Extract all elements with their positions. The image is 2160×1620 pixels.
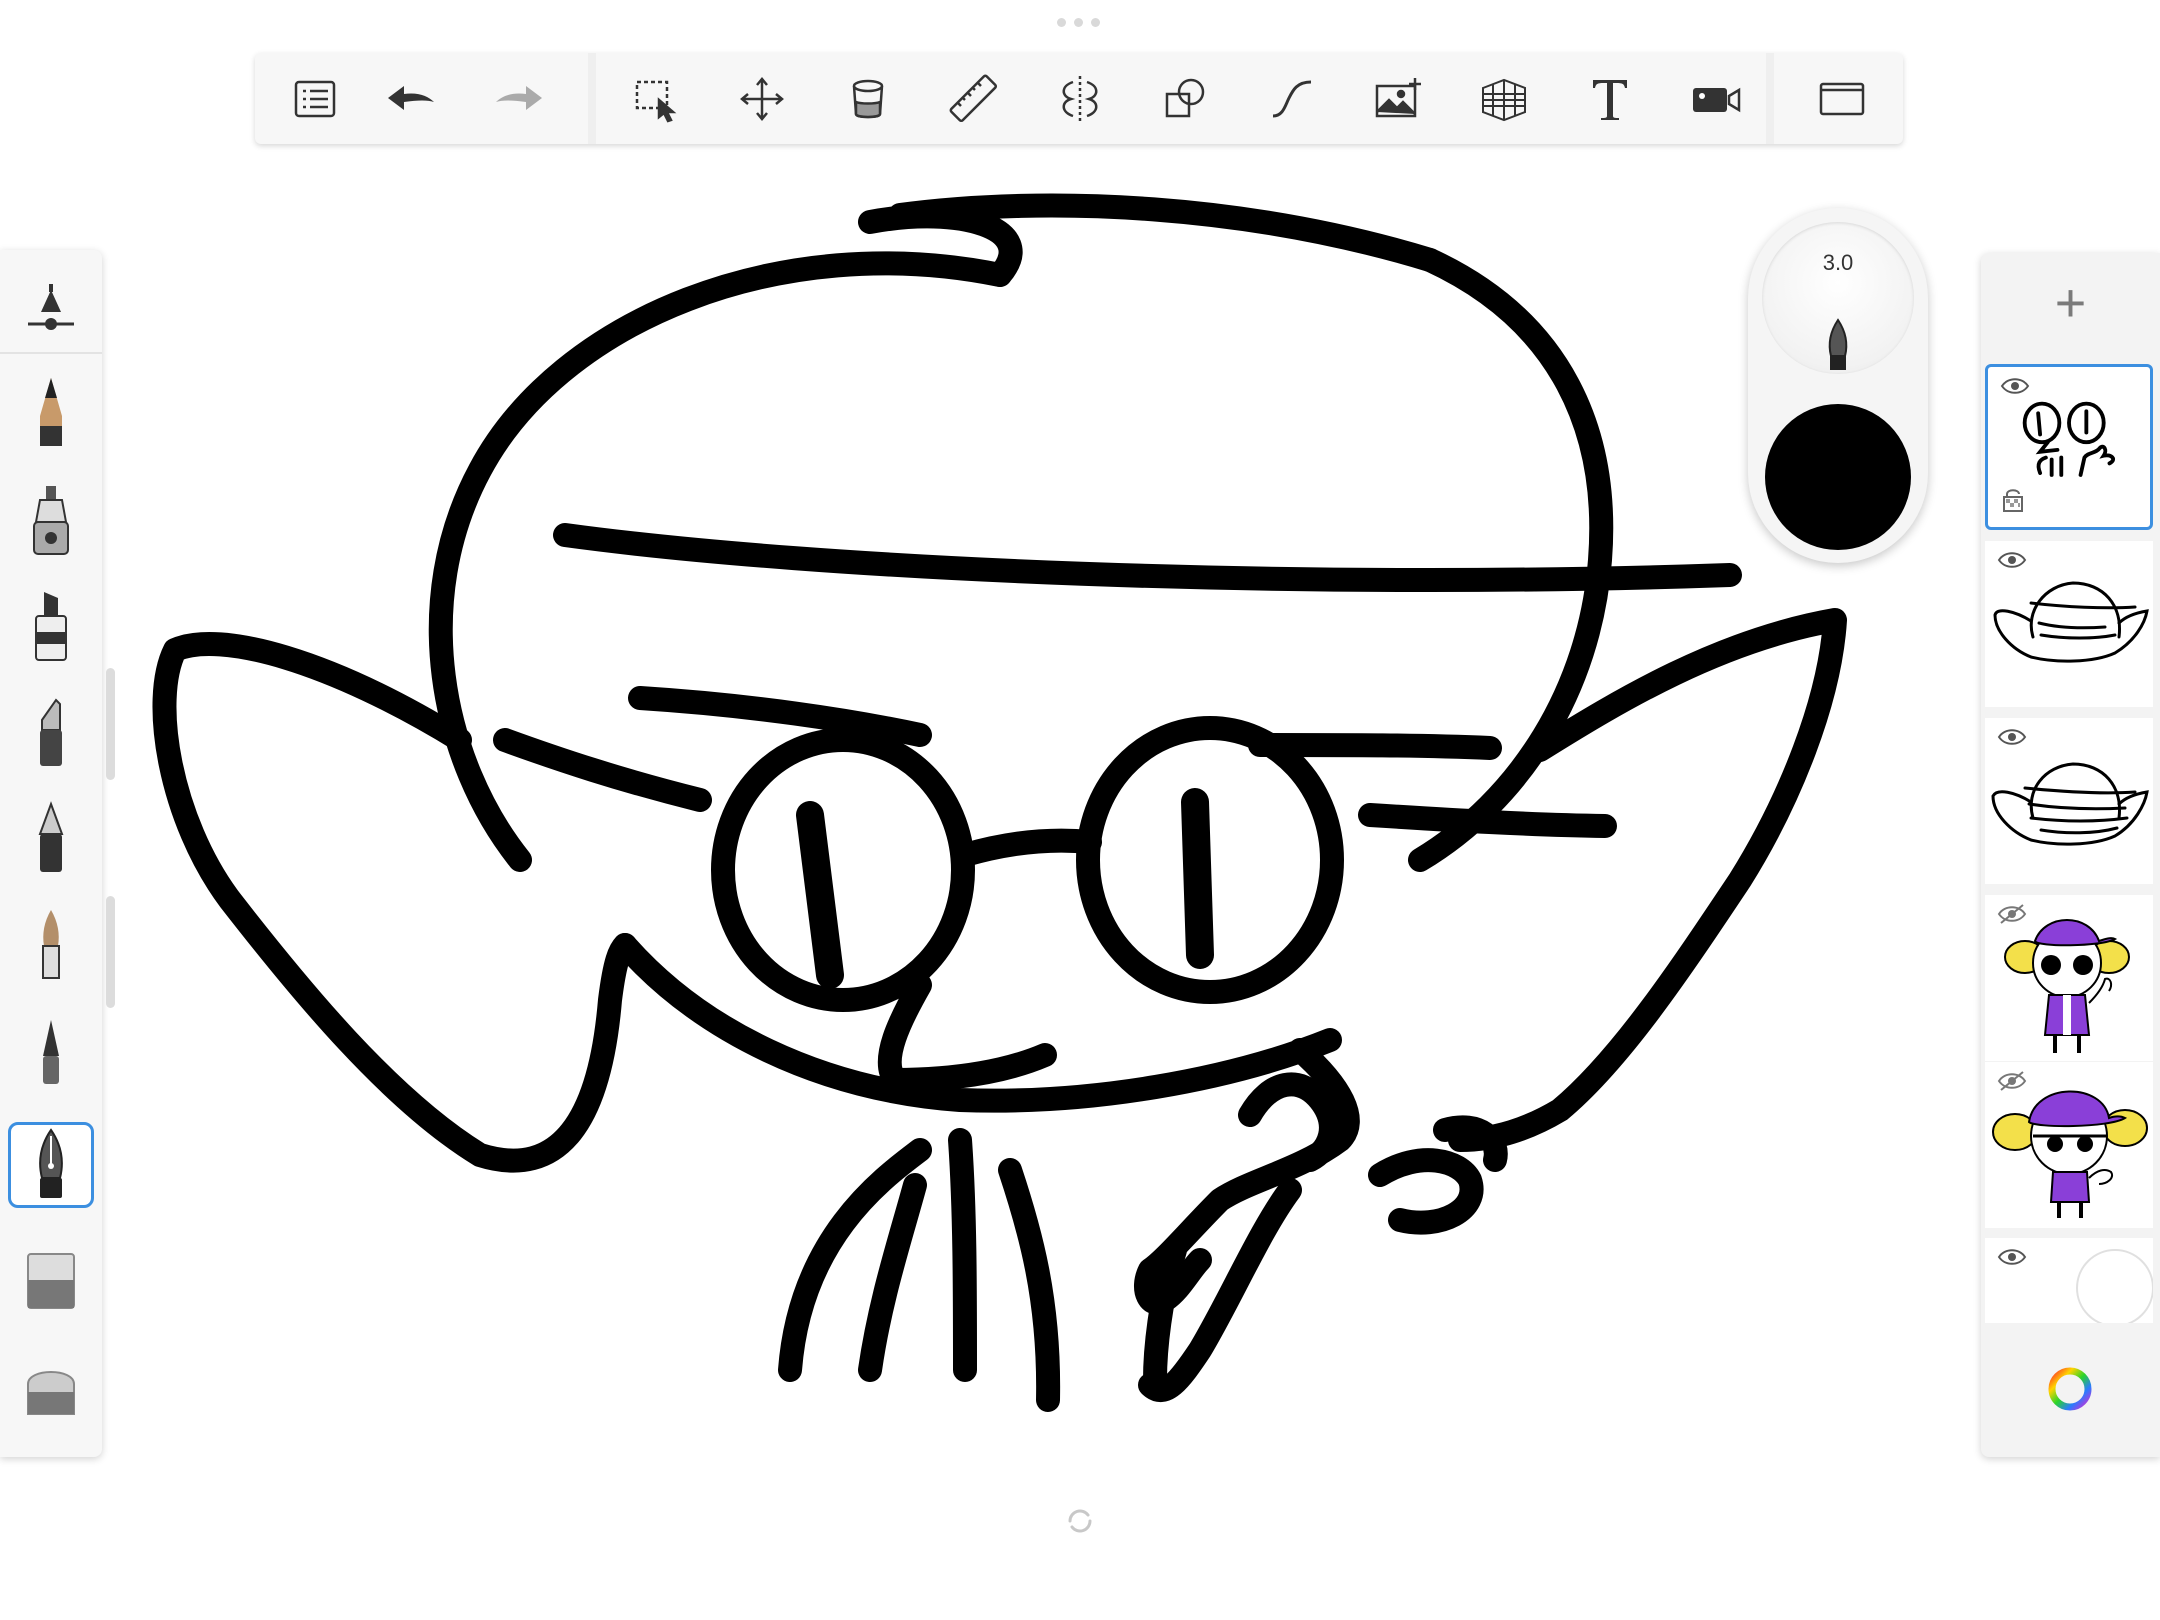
layer-thumbnail[interactable] bbox=[1985, 541, 2153, 707]
perspective-grid-icon[interactable] bbox=[1466, 61, 1542, 137]
image-add-icon[interactable] bbox=[1360, 61, 1436, 137]
sync-icon bbox=[1068, 1509, 1092, 1533]
pencil-brush-icon[interactable] bbox=[8, 370, 94, 456]
ink-pen-icon[interactable] bbox=[8, 1122, 94, 1208]
panel-resize-handle[interactable] bbox=[106, 896, 115, 1008]
bucket-icon[interactable] bbox=[830, 61, 906, 137]
brush-settings-icon[interactable] bbox=[8, 264, 94, 350]
fullscreen-icon[interactable] bbox=[1804, 61, 1880, 137]
redo-icon[interactable] bbox=[481, 61, 557, 137]
brush-puck[interactable]: 3.0 bbox=[1748, 208, 1928, 563]
layer-thumbnail[interactable] bbox=[1985, 1062, 2153, 1228]
layer-thumbnail[interactable] bbox=[1985, 718, 2153, 884]
eye-icon[interactable] bbox=[1997, 1246, 2027, 1268]
soft-eraser-icon[interactable] bbox=[8, 1344, 94, 1430]
toolbar-separator bbox=[588, 53, 596, 144]
ink-pen-icon bbox=[1828, 318, 1848, 370]
eye-hidden-icon[interactable] bbox=[1997, 903, 2027, 925]
selection-icon[interactable] bbox=[618, 61, 694, 137]
text-icon[interactable] bbox=[1572, 61, 1648, 137]
video-camera-icon[interactable] bbox=[1678, 61, 1754, 137]
add-layer-button[interactable]: + bbox=[1981, 253, 2160, 353]
main-toolbar bbox=[255, 53, 1903, 144]
move-icon[interactable] bbox=[724, 61, 800, 137]
alpha-lock-icon[interactable] bbox=[2002, 487, 2024, 513]
brush-palette bbox=[0, 250, 102, 1457]
airbrush-icon[interactable] bbox=[8, 478, 94, 564]
curve-icon[interactable] bbox=[1254, 61, 1330, 137]
marker-icon[interactable] bbox=[8, 584, 94, 670]
eye-icon[interactable] bbox=[1997, 726, 2027, 748]
brush-size-control[interactable]: 3.0 bbox=[1762, 222, 1914, 374]
eye-icon[interactable] bbox=[1997, 549, 2027, 571]
symmetry-icon[interactable] bbox=[1042, 61, 1118, 137]
eye-hidden-icon[interactable] bbox=[1997, 1070, 2027, 1092]
layers-panel: + bbox=[1981, 253, 2160, 1457]
fine-pen-icon[interactable] bbox=[8, 1008, 94, 1094]
layer-thumbnail[interactable] bbox=[1985, 895, 2153, 1061]
eye-icon[interactable] bbox=[2000, 375, 2030, 397]
panel-divider bbox=[0, 352, 102, 354]
multitask-indicator[interactable] bbox=[1057, 18, 1103, 28]
hard-eraser-icon[interactable] bbox=[8, 1238, 94, 1324]
brush-size-label: 3.0 bbox=[1822, 250, 1854, 275]
panel-resize-handle[interactable] bbox=[106, 668, 115, 780]
chisel-marker-icon[interactable] bbox=[8, 690, 94, 776]
color-wheel-icon[interactable] bbox=[2047, 1366, 2093, 1412]
paintbrush-icon[interactable] bbox=[8, 902, 94, 988]
undo-icon[interactable] bbox=[373, 61, 449, 137]
shapes-icon[interactable] bbox=[1148, 61, 1224, 137]
brush-color-swatch[interactable] bbox=[1765, 404, 1911, 550]
layer-thumbnail[interactable] bbox=[1985, 364, 2153, 530]
toolbar-separator bbox=[1766, 53, 1774, 144]
ballpoint-pen-icon[interactable] bbox=[8, 796, 94, 882]
layer-thumbnail[interactable] bbox=[1985, 1238, 2153, 1323]
list-icon[interactable] bbox=[277, 61, 353, 137]
ruler-icon[interactable] bbox=[936, 61, 1012, 137]
